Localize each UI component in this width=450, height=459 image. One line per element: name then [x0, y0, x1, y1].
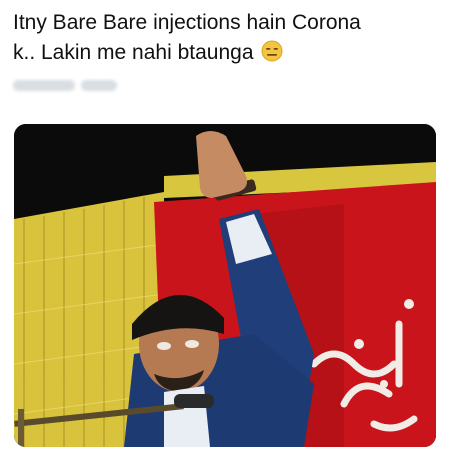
caption-line-2: k.. Lakin me nahi btaunga [13, 38, 413, 71]
expressionless-face-icon [261, 40, 283, 71]
blurred-author-name [13, 80, 117, 91]
meme-photo-illustration [14, 124, 436, 447]
caption-line-2-text: k.. Lakin me nahi btaunga [13, 41, 254, 64]
meme-photo[interactable] [14, 124, 436, 447]
post-caption: Itny Bare Bare injections hain Corona k.… [13, 8, 413, 71]
caption-line-1: Itny Bare Bare injections hain Corona [13, 11, 361, 34]
meme-post: Itny Bare Bare injections hain Corona k.… [0, 0, 450, 459]
